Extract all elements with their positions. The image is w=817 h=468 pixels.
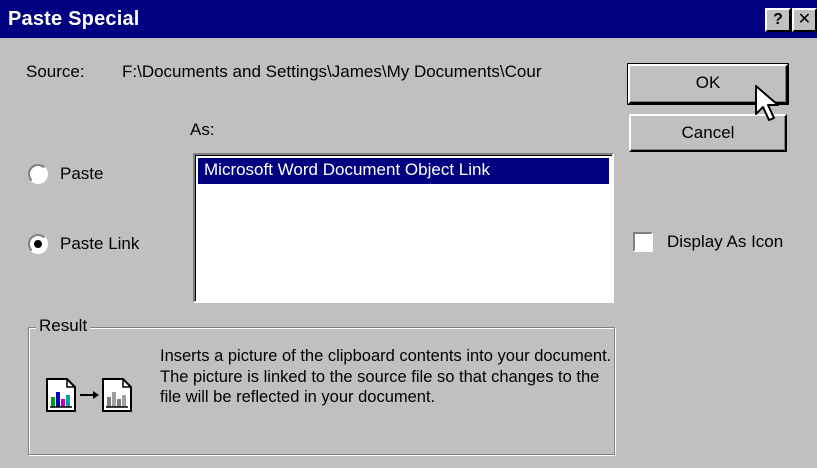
paste-link-picture-icon (46, 378, 132, 412)
title-bar[interactable]: Paste Special ? ✕ (0, 0, 817, 38)
result-title: Result (36, 316, 91, 336)
close-button[interactable]: ✕ (792, 8, 817, 32)
window-title: Paste Special (8, 8, 140, 30)
source-path: F:\Documents and Settings\James\My Docum… (122, 62, 542, 81)
display-as-icon-label[interactable]: Display As Icon (667, 232, 783, 252)
paste-radio-label[interactable]: Paste (60, 164, 103, 184)
mouse-pointer-icon (755, 85, 779, 121)
as-listbox[interactable]: Microsoft Word Document Object Link (193, 153, 614, 303)
as-label: As: (190, 120, 215, 139)
paste-radio[interactable] (28, 164, 48, 184)
display-as-icon-checkbox[interactable] (633, 232, 653, 252)
result-description: Inserts a picture of the clipboard conte… (160, 347, 612, 406)
paste-special-dialog: Paste Special ? ✕ Source: F:\Documents a… (0, 0, 817, 468)
paste-link-radio-label[interactable]: Paste Link (60, 234, 139, 254)
source-label: Source: (26, 62, 85, 81)
radio-selected-dot (34, 240, 42, 248)
help-button[interactable]: ? (765, 8, 791, 32)
paste-link-radio[interactable] (28, 234, 48, 254)
list-item[interactable]: Microsoft Word Document Object Link (198, 158, 609, 184)
